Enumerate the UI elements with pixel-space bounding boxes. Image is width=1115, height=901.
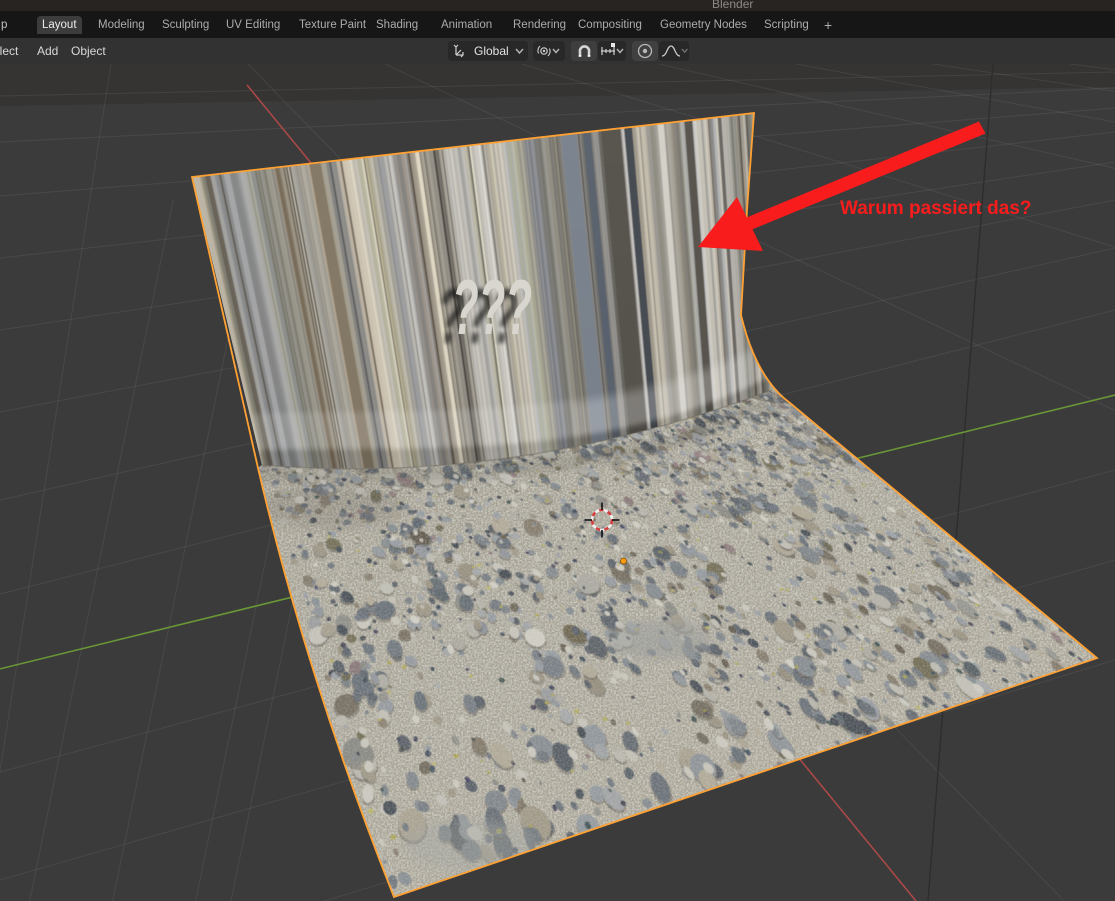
svg-text:Warum passiert das?: Warum passiert das?: [840, 198, 1031, 219]
svg-text:???: ???: [452, 263, 532, 351]
svg-text:Global: Global: [474, 44, 509, 58]
